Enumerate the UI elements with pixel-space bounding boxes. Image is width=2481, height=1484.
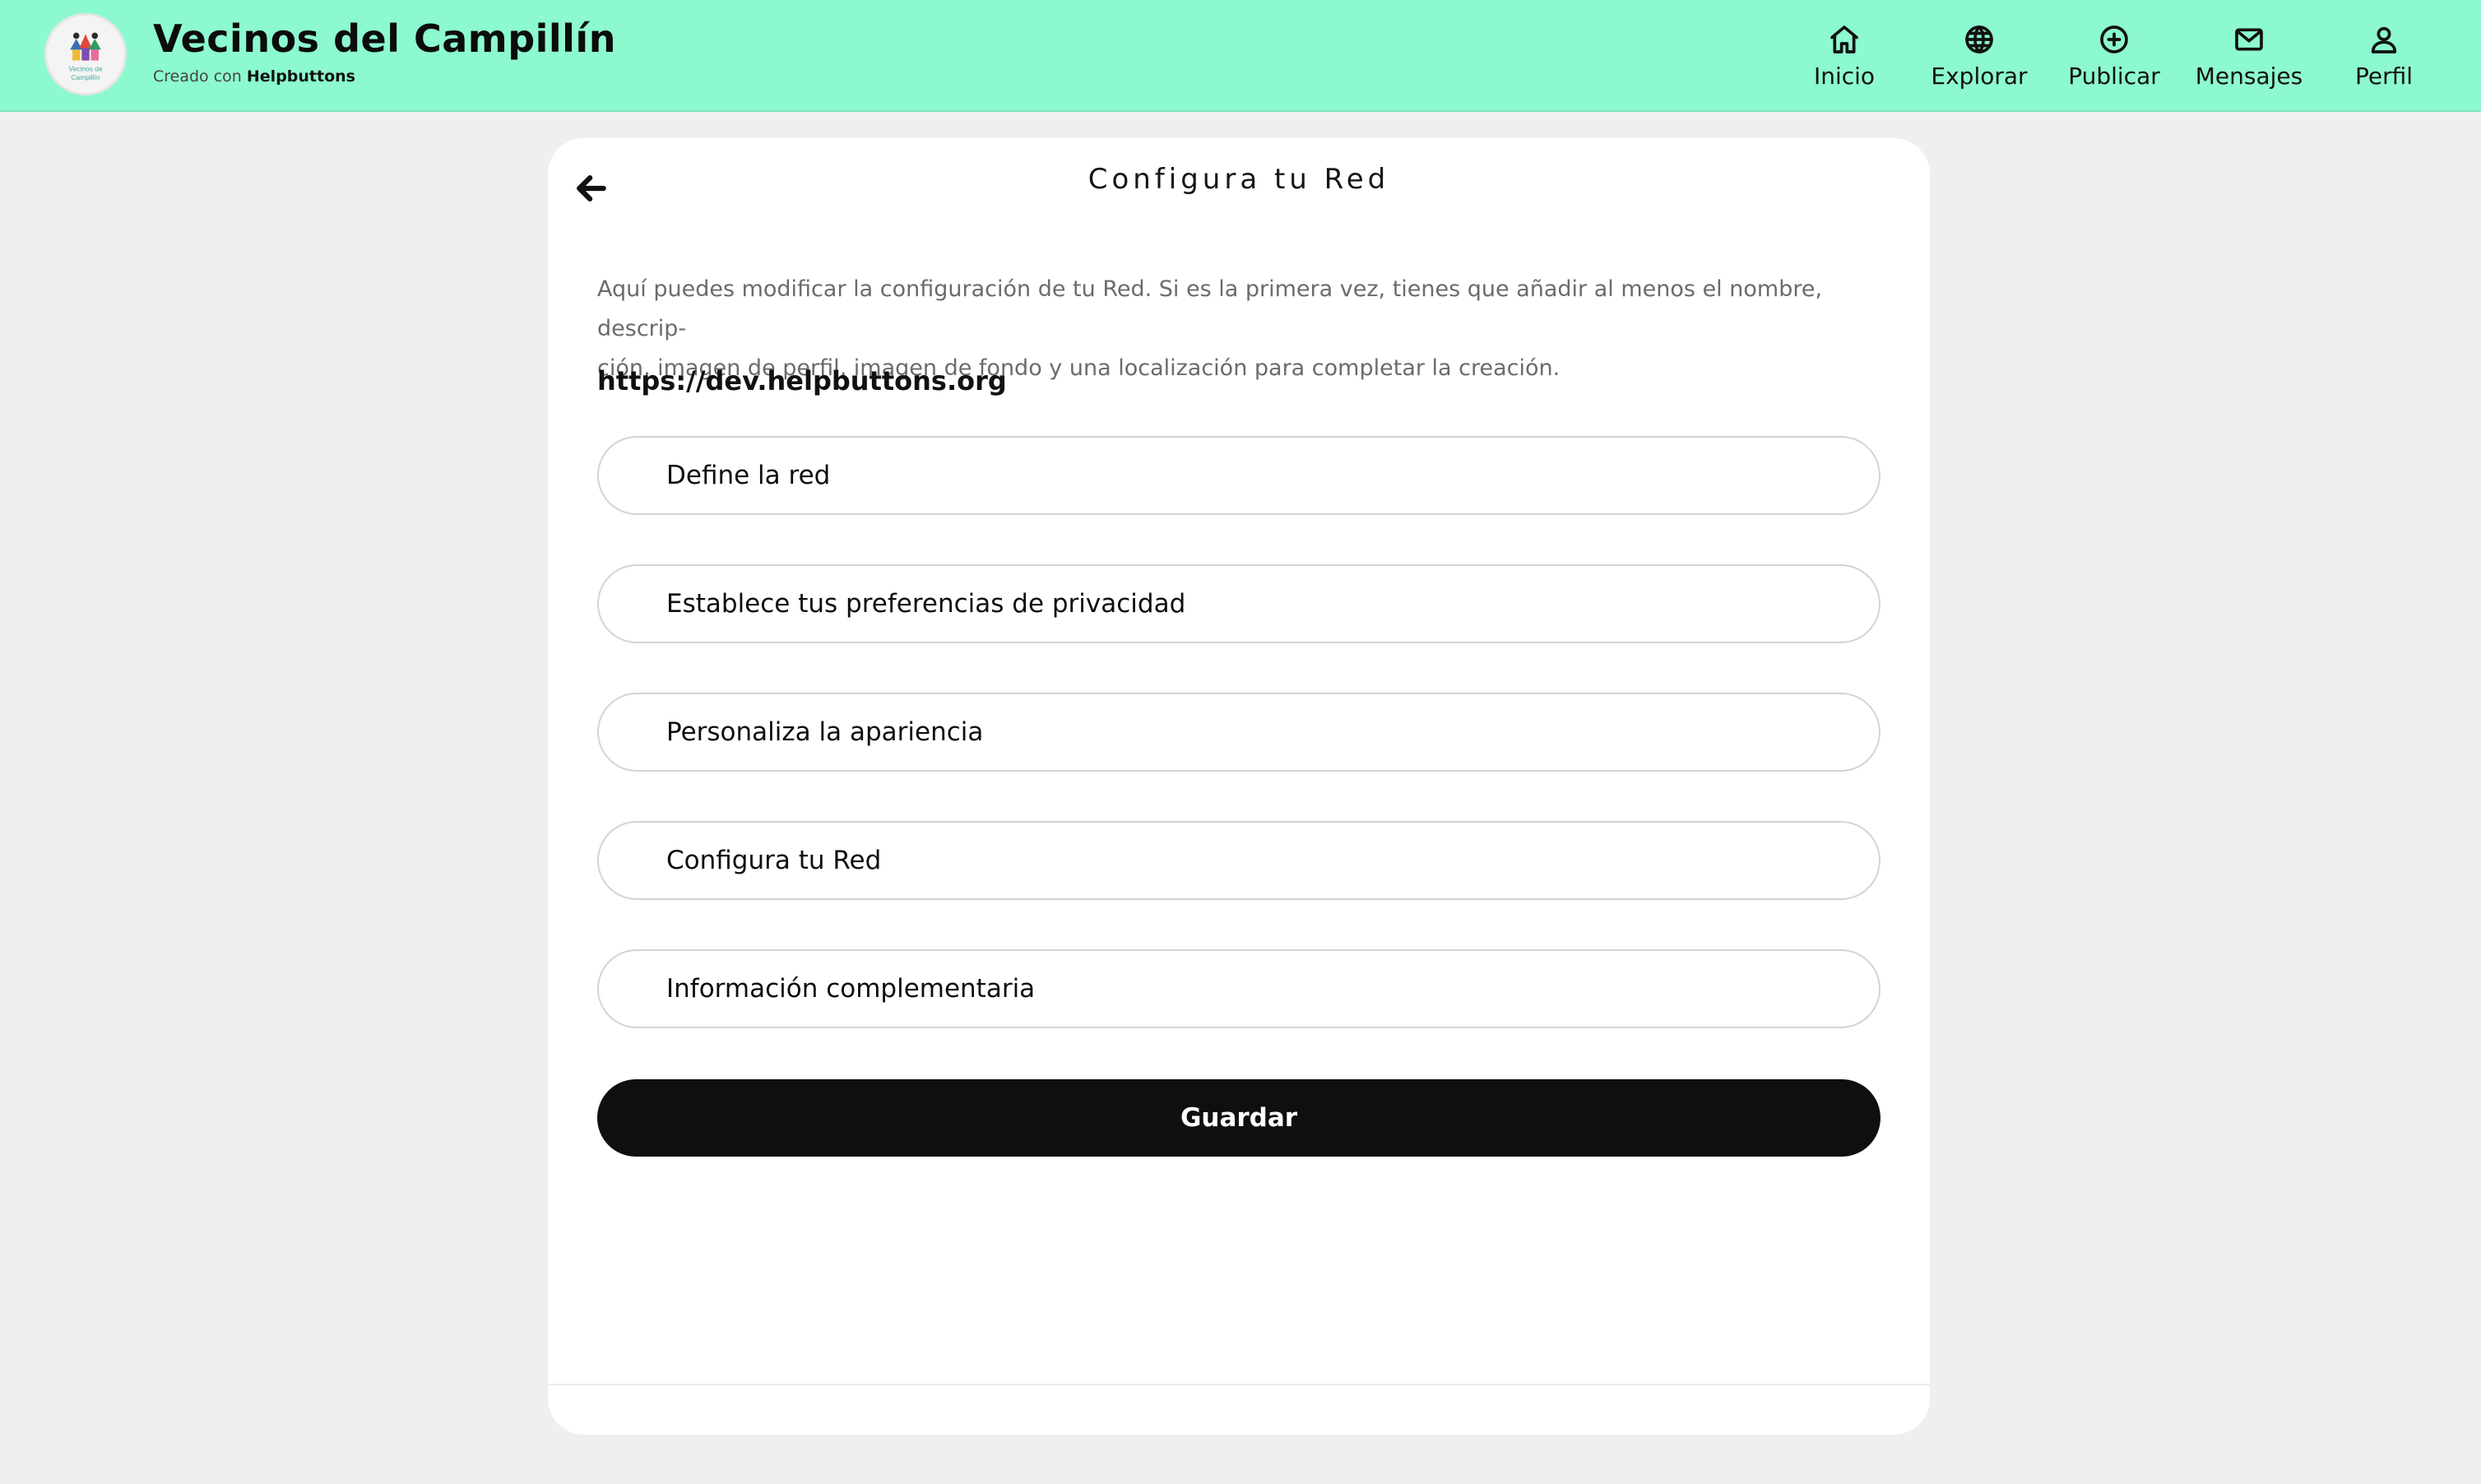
nav-perfil-label: Perfil <box>2354 62 2414 90</box>
save-button[interactable]: Guardar <box>597 1079 1880 1157</box>
nav-mensajes-label: Mensajes <box>2195 62 2303 90</box>
nav-explorar-label: Explorar <box>1931 62 2028 90</box>
card-footer-divider <box>548 1384 1930 1385</box>
mail-icon <box>2235 28 2263 50</box>
nav-explorar[interactable]: Explorar <box>1912 0 2047 112</box>
top-navigation-bar: Vecinos de Campillín Vecinos del Campill… <box>0 0 2481 112</box>
nav-inicio-label: Inicio <box>1813 62 1876 90</box>
created-with-text: Creado con Helpbuttons <box>153 67 355 86</box>
page-title: Configura tu Red <box>1087 163 1390 196</box>
nav-publicar[interactable]: Publicar <box>2047 0 2182 112</box>
nav-perfil[interactable]: Perfil <box>2316 0 2451 112</box>
main-navigation: Inicio Explorar Publicar Mensajes Perfil <box>1777 0 2451 112</box>
section-configure-network[interactable]: Configura tu Red <box>597 821 1880 900</box>
nav-publicar-label: Publicar <box>2068 62 2160 90</box>
nav-mensajes[interactable]: Mensajes <box>2182 0 2316 112</box>
created-with-prefix: Creado con <box>153 67 242 86</box>
section-privacy-preferences-label: Establece tus preferencias de privacidad <box>666 589 1186 619</box>
network-logo-image: Vecinos de Campillín <box>47 16 124 93</box>
section-define-network[interactable]: Define la red <box>597 436 1880 515</box>
plus-circle-icon <box>2100 25 2128 53</box>
section-additional-info[interactable]: Información complementaria <box>597 949 1880 1028</box>
intro-text-line-1: Aquí puedes modificar la configuración d… <box>597 276 1823 341</box>
svg-text:Campillín: Campillín <box>71 73 100 81</box>
save-button-label: Guardar <box>1180 1103 1298 1133</box>
section-define-network-label: Define la red <box>666 461 831 490</box>
section-configure-network-label: Configura tu Red <box>666 846 882 875</box>
user-icon <box>2371 26 2397 53</box>
helpbuttons-link[interactable]: Helpbuttons <box>247 67 355 86</box>
globe-icon <box>1965 25 1993 53</box>
home-icon <box>1830 25 1858 53</box>
nav-inicio[interactable]: Inicio <box>1777 0 1912 112</box>
config-card: Configura tu Red Aquí puedes modificar l… <box>548 138 1930 1435</box>
section-customize-appearance-label: Personaliza la apariencia <box>666 717 984 747</box>
section-privacy-preferences[interactable]: Establece tus preferencias de privacidad <box>597 564 1880 643</box>
network-logo[interactable]: Vecinos de Campillín <box>44 13 127 95</box>
svg-text:Vecinos de: Vecinos de <box>68 65 103 73</box>
section-additional-info-label: Información complementaria <box>666 974 1036 1004</box>
network-title[interactable]: Vecinos del Campillín <box>153 16 616 61</box>
network-url: https://dev.helpbuttons.org <box>597 365 1007 397</box>
section-customize-appearance[interactable]: Personaliza la apariencia <box>597 693 1880 772</box>
